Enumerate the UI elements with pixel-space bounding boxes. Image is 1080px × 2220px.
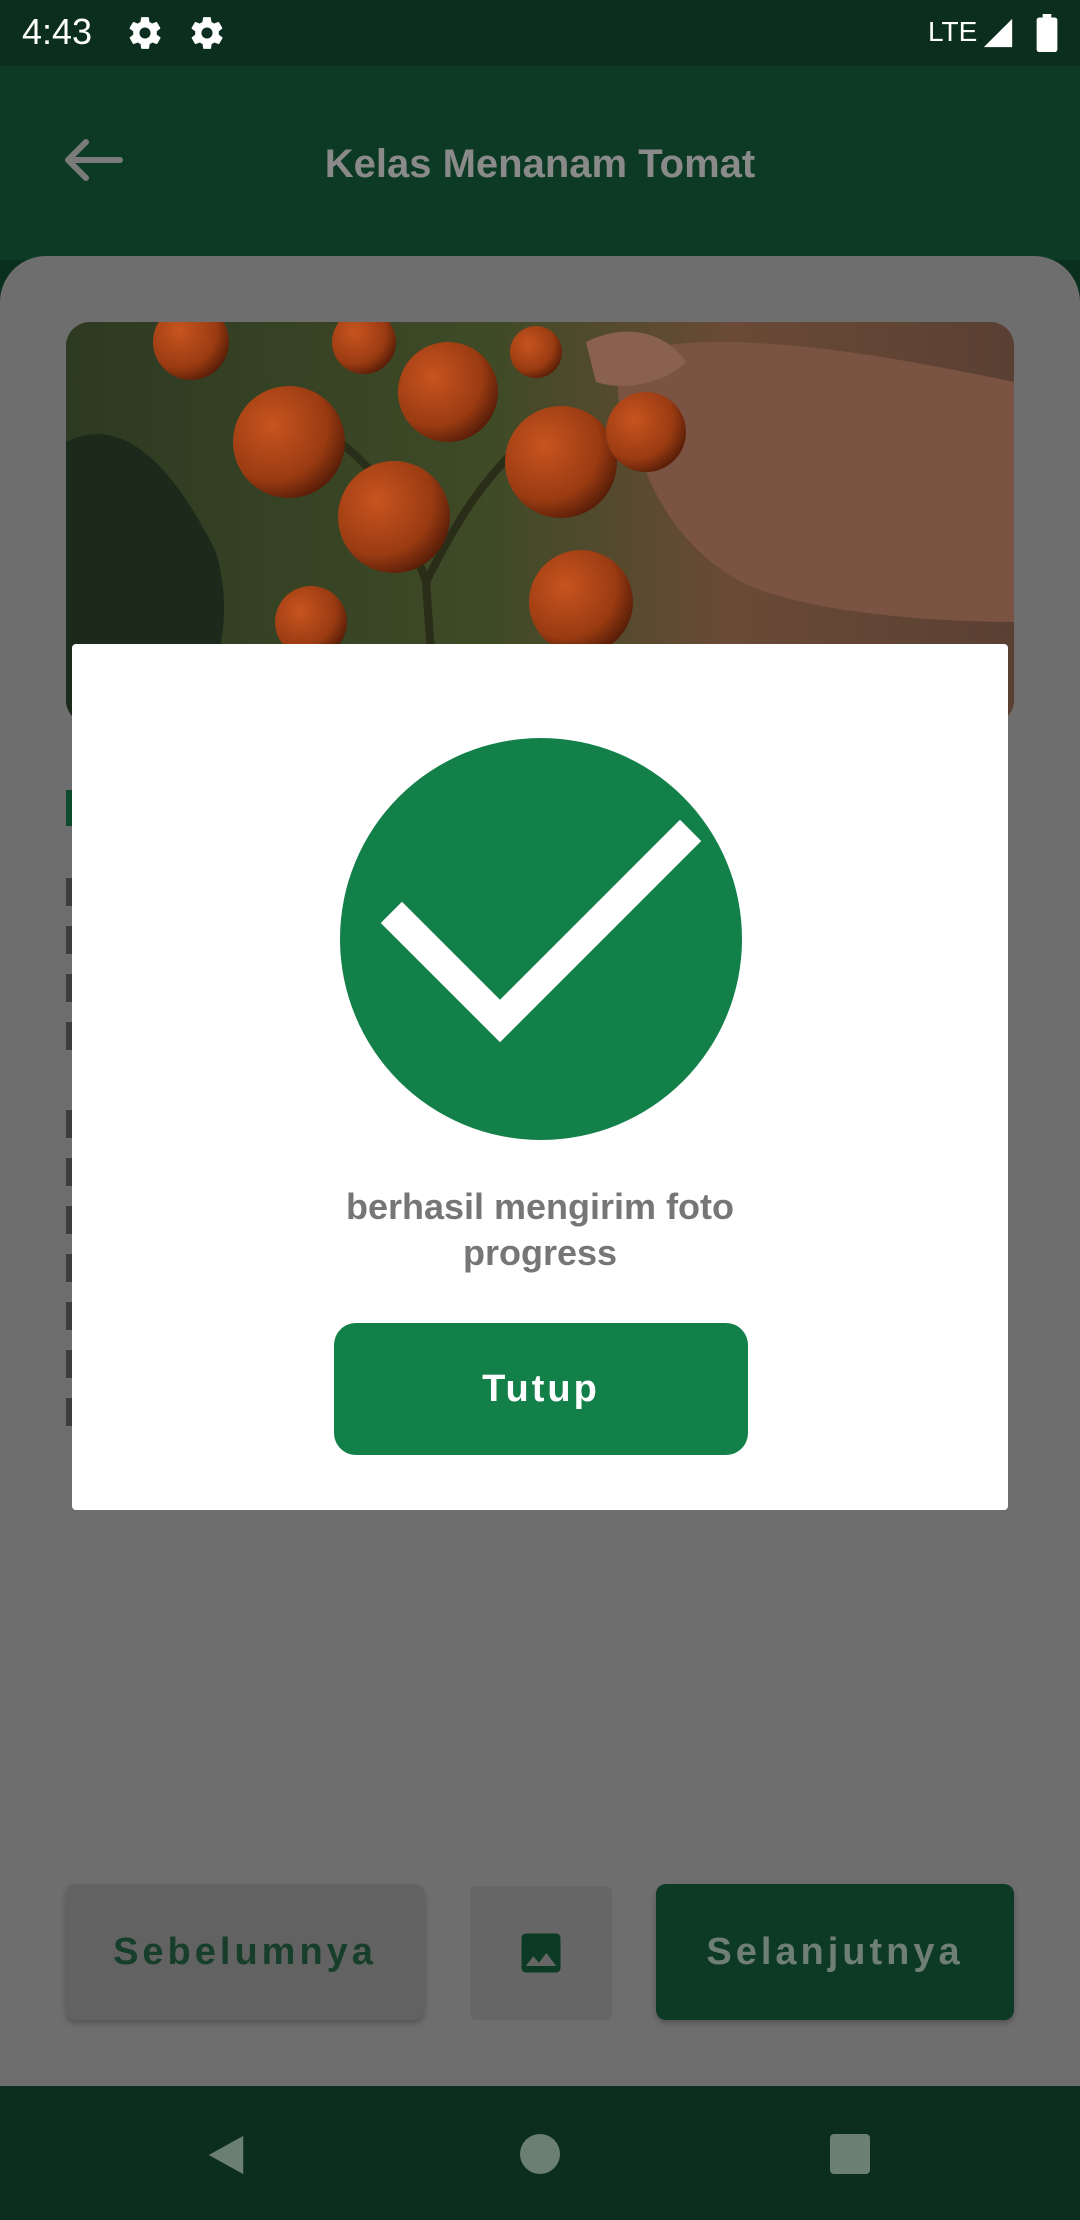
dialog-message: berhasil mengirim foto progress <box>72 1184 1008 1276</box>
signal-icon <box>983 18 1013 48</box>
system-nav-bar <box>0 2086 1080 2220</box>
next-button[interactable]: Selanjutnya <box>656 1884 1014 2020</box>
home-circle-icon[interactable] <box>520 2134 560 2174</box>
status-time: 4:43 <box>22 11 93 52</box>
app-bar: Kelas Menanam Tomat <box>0 66 1080 260</box>
check-circle-icon <box>340 738 742 1140</box>
settings-icon <box>129 17 161 49</box>
battery-icon <box>1036 14 1058 52</box>
dialog-message-line1: berhasil mengirim foto <box>345 1186 735 1227</box>
close-button[interactable]: Tutup <box>334 1323 748 1455</box>
image-icon <box>521 1933 561 1973</box>
settings-icon <box>191 17 223 49</box>
status-bar: 4:43 LTE <box>0 0 1080 66</box>
gallery-button[interactable] <box>470 1886 612 2020</box>
success-dialog: berhasil mengirim foto progress Tutup <box>72 644 1008 1510</box>
page-title: Kelas Menanam Tomat <box>324 142 756 186</box>
recents-square-icon[interactable] <box>830 2134 870 2174</box>
previous-button[interactable]: Sebelumnya <box>66 1884 424 2020</box>
network-type: LTE <box>928 16 978 47</box>
dialog-message-line2: progress <box>462 1232 618 1273</box>
back-triangle-icon[interactable] <box>204 2132 248 2178</box>
